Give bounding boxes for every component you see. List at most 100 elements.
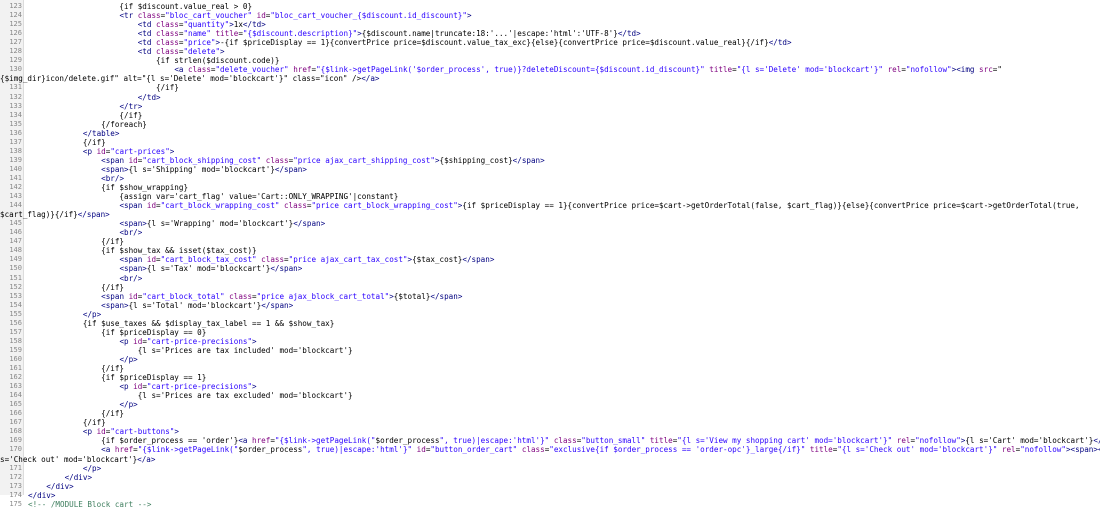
code-line[interactable]: 157 {if $priceDisplay == 0}	[0, 328, 1100, 337]
line-number: 157	[9, 327, 22, 336]
code-line[interactable]: 164 {l s='Prices are tax excluded' mod='…	[0, 391, 1100, 400]
line-number: 156	[9, 318, 22, 327]
code-line[interactable]: 126 <td class="name" title="{$discount.d…	[0, 29, 1100, 38]
code-line[interactable]: 163 <p id="cart-price-precisions">	[0, 382, 1100, 391]
line-text: {if $show_tax && isset($tax_cost)}	[28, 246, 257, 256]
code-line[interactable]: 174 </div>	[0, 491, 1100, 500]
code-line[interactable]: 153 <span id="cart_block_total" class="p…	[0, 292, 1100, 301]
line-text: {/if}	[28, 83, 179, 93]
code-line[interactable]: 127 <td class="price">-{if $priceDisplay…	[0, 38, 1100, 47]
line-number: 132	[9, 92, 22, 101]
line-number: 155	[9, 309, 22, 318]
code-line[interactable]: 160 </p>	[0, 355, 1100, 364]
line-number: 147	[9, 237, 22, 246]
code-line[interactable]: 148 {if $show_tax && isset($tax_cost)}	[0, 246, 1100, 255]
line-text: </p>	[82, 309, 102, 319]
code-line[interactable]: 125 <td class="quantity">1x</td>	[0, 20, 1100, 29]
line-number: 128	[9, 47, 22, 56]
line-number: 123	[9, 2, 22, 10]
code-line[interactable]: s='Check out' mod='blockcart'}</a>	[0, 455, 1100, 464]
line-text: <span>{l s='Shipping' mod='blockcart'}</…	[101, 164, 307, 174]
code-line[interactable]: 172 </div>	[0, 473, 1100, 482]
code-line[interactable]: 150 <span>{l s='Tax' mod='blockcart'}</s…	[0, 264, 1100, 273]
code-line[interactable]: 146 <br/>	[0, 228, 1100, 237]
code-line[interactable]: 152 {/if}	[0, 283, 1100, 292]
line-number: 150	[9, 264, 22, 273]
code-line[interactable]: 170 <a href="{$link->getPageLink("$order…	[0, 445, 1100, 454]
line-number: 172	[9, 472, 22, 481]
code-line[interactable]: $cart_flag)}{/if}</span>	[0, 210, 1100, 219]
line-text: {if $show_wrapping}	[28, 183, 189, 192]
code-line[interactable]: 141 <br/>	[0, 174, 1100, 183]
code-line[interactable]: 129 {if strlen($discount.code)}	[0, 56, 1100, 65]
code-line[interactable]: 132 </td>	[0, 93, 1100, 102]
code-line[interactable]: 154 <span>{l s='Total' mod='blockcart'}<…	[0, 301, 1100, 310]
line-number: 154	[9, 300, 22, 309]
code-line[interactable]: 165 </p>	[0, 400, 1100, 409]
line-text: <a class="delete_voucher" href="{$link->…	[174, 65, 1002, 75]
code-line[interactable]: 156 {if $use_taxes && $display_tax_label…	[0, 319, 1100, 328]
line-number: 165	[9, 400, 22, 409]
code-line[interactable]: 124 <tr class="bloc_cart_voucher" id="bl…	[0, 11, 1100, 20]
line-text: <td class="name" title="{$discount.descr…	[137, 29, 641, 39]
code-line[interactable]: 149 <span id="cart_block_tax_cost" class…	[0, 255, 1100, 264]
code-line[interactable]: 131 {/if}	[0, 83, 1100, 92]
code-line[interactable]: 162 {if $priceDisplay == 1}	[0, 373, 1100, 382]
line-text: {/if}	[28, 237, 125, 247]
line-text: </div>	[64, 472, 93, 482]
line-number: 146	[9, 228, 22, 237]
code-line[interactable]: 123 {if $discount.value_real > 0}	[0, 2, 1100, 11]
code-line[interactable]: 169 {if $order_process == 'order'}<a hre…	[0, 436, 1100, 445]
line-number: 126	[9, 29, 22, 38]
line-number: 170	[9, 445, 22, 454]
line-text: </table>	[82, 128, 120, 138]
line-text: {$img_dir}icon/delete.gif" alt="{l s='De…	[0, 74, 380, 84]
line-number: 164	[9, 391, 22, 400]
code-line[interactable]: 173 </div>	[0, 482, 1100, 491]
line-text: $cart_flag)}{/if}</span>	[0, 210, 110, 220]
code-line[interactable]: 134 {/if}	[0, 111, 1100, 120]
code-line[interactable]: 155 </p>	[0, 310, 1100, 319]
code-line[interactable]: 130 <a class="delete_voucher" href="{$li…	[0, 65, 1100, 74]
code-line[interactable]: 144 <span id="cart_block_wrapping_cost" …	[0, 201, 1100, 210]
code-line[interactable]: 175 <!-- /MODULE Block cart -->	[0, 500, 1100, 509]
code-line[interactable]: 161 {/if}	[0, 364, 1100, 373]
code-line[interactable]: 133 </tr>	[0, 102, 1100, 111]
code-line[interactable]: 139 <span id="cart_block_shipping_cost" …	[0, 156, 1100, 165]
code-line[interactable]: 151 <br/>	[0, 274, 1100, 283]
code-line[interactable]: 138 <p id="cart-prices">	[0, 147, 1100, 156]
line-number: 135	[9, 119, 22, 128]
code-line[interactable]: 142 {if $show_wrapping}	[0, 183, 1100, 192]
line-number: 145	[9, 219, 22, 228]
code-line[interactable]: 167 {/if}	[0, 418, 1100, 427]
code-line[interactable]: {$img_dir}icon/delete.gif" alt="{l s='De…	[0, 74, 1100, 83]
line-text: </div>	[28, 490, 56, 500]
line-number: 158	[9, 336, 22, 345]
line-number: 139	[9, 155, 22, 164]
code-line[interactable]: 143 {assign var='cart_flag' value='Cart:…	[0, 192, 1100, 201]
line-number: 175	[9, 499, 22, 508]
code-line[interactable]: 158 <p id="cart-price-precisions">	[0, 337, 1100, 346]
line-text: </div>	[46, 481, 74, 491]
line-text: {/if}	[28, 364, 125, 373]
code-line[interactable]: 135 {/foreach}	[0, 120, 1100, 129]
line-number: 149	[9, 255, 22, 264]
code-line[interactable]: 145 <span>{l s='Wrapping' mod='blockcart…	[0, 219, 1100, 228]
code-line[interactable]: 128 <td class="delete">	[0, 47, 1100, 56]
line-text: {/if}	[28, 409, 125, 419]
code-line[interactable]: 136 </table>	[0, 129, 1100, 138]
code-line[interactable]: 168 <p id="cart-buttons">	[0, 427, 1100, 436]
code-line[interactable]: 140 <span>{l s='Shipping' mod='blockcart…	[0, 165, 1100, 174]
code-line[interactable]: 137 {/if}	[0, 138, 1100, 147]
line-text: <span>{l s='Total' mod='blockcart'}</spa…	[101, 300, 294, 310]
code-line[interactable]: 171 </p>	[0, 464, 1100, 473]
line-number: 148	[9, 246, 22, 255]
line-number: 140	[9, 164, 22, 173]
code-line[interactable]: 166 {/if}	[0, 409, 1100, 418]
code-editor[interactable]: 123 {if $discount.value_real > 0} 124 <tr…	[0, 0, 1100, 509]
line-text: {if $priceDisplay == 1}	[28, 373, 207, 383]
line-number: 169	[9, 436, 22, 445]
code-line[interactable]: 159 {l s='Prices are tax included' mod='…	[0, 346, 1100, 355]
code-line[interactable]: 147 {/if}	[0, 237, 1100, 246]
line-number: 143	[9, 192, 22, 201]
